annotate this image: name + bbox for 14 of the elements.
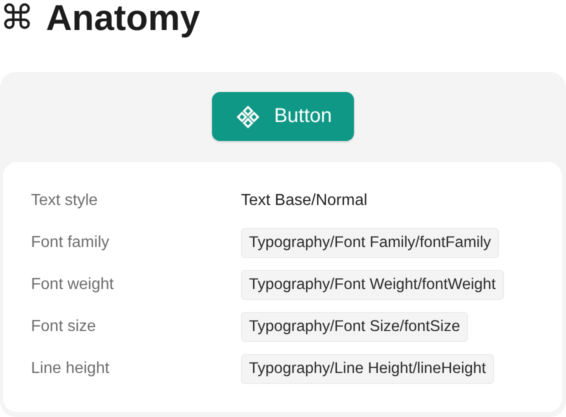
diamond-grid-icon — [236, 104, 260, 128]
property-label: Font weight — [31, 276, 115, 294]
property-value: Text Base/Normal — [241, 192, 368, 210]
token-tag: Typography/Font Size/fontSize — [241, 312, 468, 342]
token-tag: Typography/Font Family/fontFamily — [241, 228, 500, 258]
command-icon: ⌘ — [0, 0, 34, 40]
property-label: Font size — [31, 318, 97, 336]
property-label: Line height — [31, 360, 110, 378]
property-label: Text style — [31, 192, 99, 210]
sample-button[interactable]: Button — [212, 92, 354, 141]
token-tag: Typography/Font Weight/fontWeight — [241, 270, 504, 300]
property-label: Font family — [31, 234, 110, 252]
token-tag: Typography/Line Height/lineHeight — [241, 354, 494, 384]
section-title: Anatomy — [46, 0, 200, 40]
